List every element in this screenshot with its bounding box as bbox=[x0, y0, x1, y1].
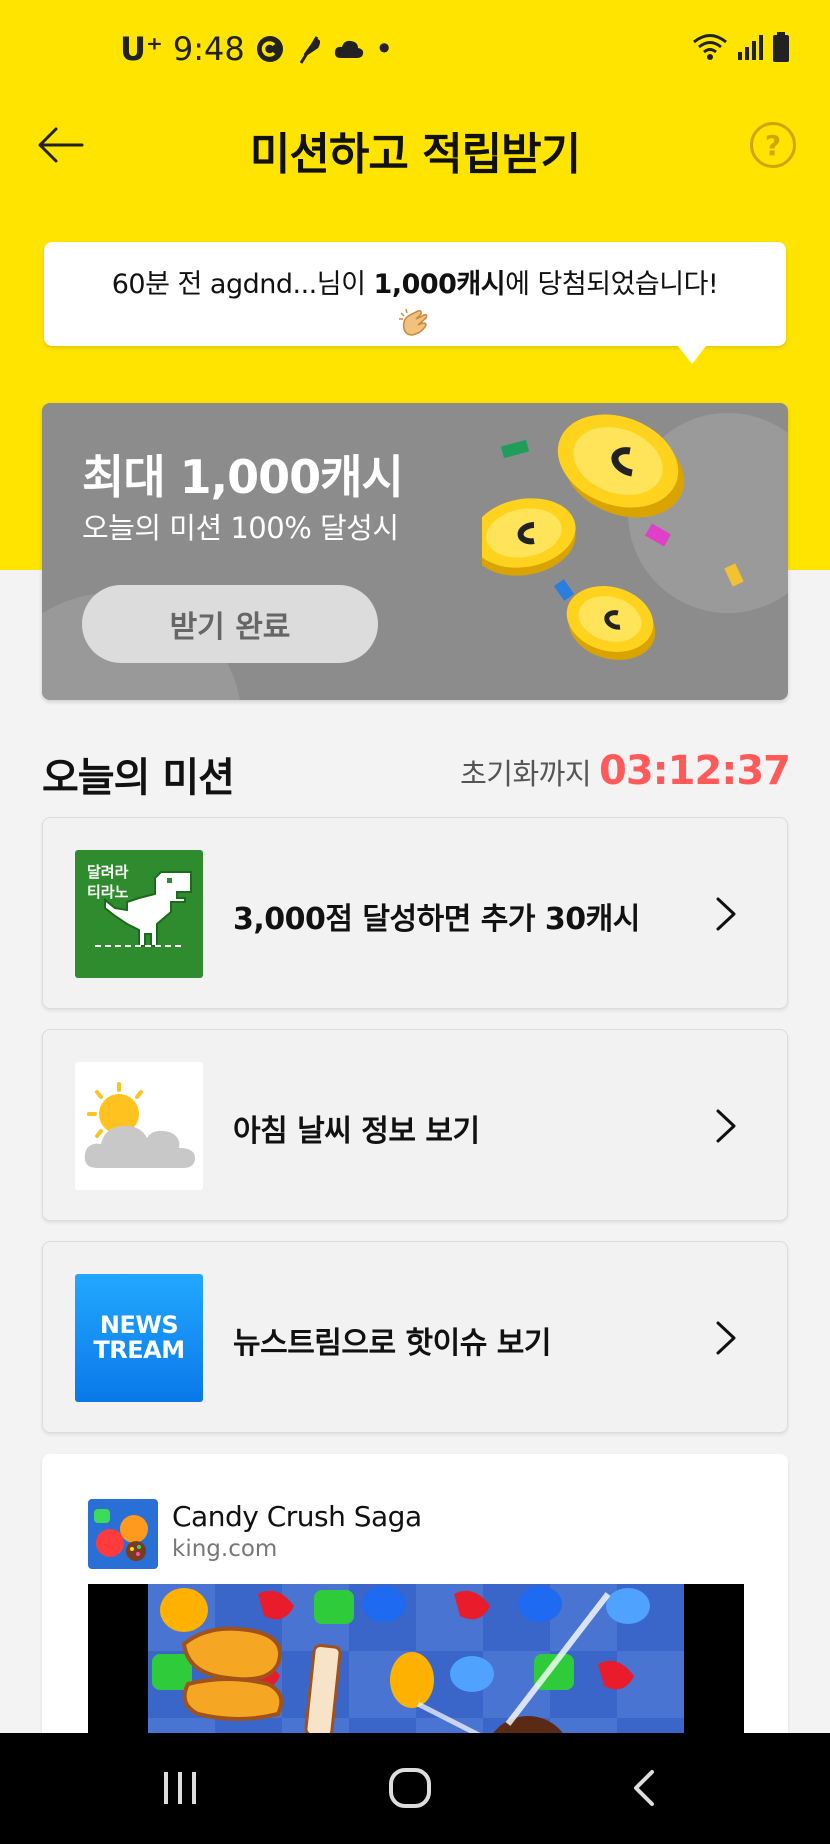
banner-subtitle: 오늘의 미션 100% 달성시 bbox=[82, 511, 399, 545]
recent-apps-icon bbox=[164, 1772, 196, 1804]
mission-item-tyranno-game[interactable]: 달려라 티라노 3,000점 달성하면 추가 30캐시 bbox=[42, 817, 788, 1009]
reset-label: 초기화까지 bbox=[460, 757, 592, 791]
clapping-hands-icon bbox=[399, 308, 428, 336]
coins-illustration bbox=[482, 414, 744, 660]
signal-icon bbox=[736, 34, 764, 60]
mission-item-newstream[interactable]: NEWS TREAM 뉴스트림으로 핫이슈 보기 bbox=[42, 1241, 788, 1433]
partly-cloudy-icon bbox=[84, 1082, 195, 1168]
tyranno-game-thumbnail: 달려라 티라노 bbox=[75, 850, 203, 978]
reset-countdown: 초기화까지 03:12:37 bbox=[460, 748, 791, 794]
newstream-logo: NEWS TREAM bbox=[75, 1274, 203, 1402]
app-header: 미션하고 적립받기 ? bbox=[0, 100, 830, 190]
mission-label: 3,000점 달성하면 추가 30캐시 bbox=[233, 902, 640, 937]
notice-amount: 1,000캐시 bbox=[373, 269, 506, 300]
help-button[interactable]: ? bbox=[750, 122, 796, 168]
help-icon: ? bbox=[764, 128, 782, 162]
reset-timer: 03:12:37 bbox=[599, 748, 791, 794]
notice-prefix: 60분 전 agdnd...님이 bbox=[111, 269, 374, 300]
back-chevron-icon bbox=[634, 1770, 654, 1806]
chevron-right-icon bbox=[716, 1109, 736, 1143]
winner-notice-bubble: 60분 전 agdnd...님이 1,000캐시에 당첨되었습니다! bbox=[44, 242, 786, 364]
wifi-icon bbox=[692, 33, 728, 61]
candy-crush-app-icon bbox=[88, 1499, 158, 1569]
chevron-right-icon bbox=[716, 1321, 736, 1355]
battery-icon bbox=[772, 32, 790, 62]
reward-banner: 최대 1,000캐시 오늘의 미션 100% 달성시 받기 완료 bbox=[42, 403, 788, 700]
carrier-label: U⁺ bbox=[120, 30, 163, 68]
home-icon bbox=[389, 1768, 431, 1808]
claim-complete-button[interactable]: 받기 완료 bbox=[82, 585, 378, 663]
status-right bbox=[692, 32, 790, 62]
system-navigation-bar bbox=[0, 1733, 830, 1844]
page-title: 미션하고 적립받기 bbox=[249, 129, 581, 180]
mission-label: 뉴스트림으로 핫이슈 보기 bbox=[233, 1326, 552, 1361]
mission-item-morning-weather[interactable]: 아침 날씨 정보 보기 bbox=[42, 1029, 788, 1221]
weather-thumbnail bbox=[75, 1062, 203, 1190]
banner-title: 최대 1,000캐시 bbox=[82, 450, 404, 504]
feather-icon bbox=[295, 33, 323, 65]
mission-label: 아침 날씨 정보 보기 bbox=[233, 1114, 480, 1149]
notice-suffix: 에 당첨되었습니다! bbox=[505, 269, 719, 300]
clock: 9:48 bbox=[172, 30, 245, 68]
status-left: U⁺ 9:48 • bbox=[120, 30, 394, 68]
recent-apps-button[interactable] bbox=[150, 1763, 210, 1813]
chevron-right-icon bbox=[716, 897, 736, 931]
status-bar: U⁺ 9:48 • bbox=[0, 0, 830, 100]
ad-app-name: Candy Crush Saga bbox=[172, 1500, 422, 1533]
cloud-icon bbox=[333, 38, 365, 60]
section-title-missions: 오늘의 미션 bbox=[42, 755, 235, 801]
home-button[interactable] bbox=[380, 1763, 440, 1813]
dinosaur-icon bbox=[95, 871, 192, 947]
notification-dot: • bbox=[374, 30, 394, 68]
ad-domain: king.com bbox=[172, 1536, 278, 1562]
back-nav-button[interactable] bbox=[620, 1763, 670, 1813]
cash-app-icon bbox=[255, 34, 285, 64]
winner-notice-text: 60분 전 agdnd...님이 1,000캐시에 당첨되었습니다! bbox=[44, 242, 786, 301]
